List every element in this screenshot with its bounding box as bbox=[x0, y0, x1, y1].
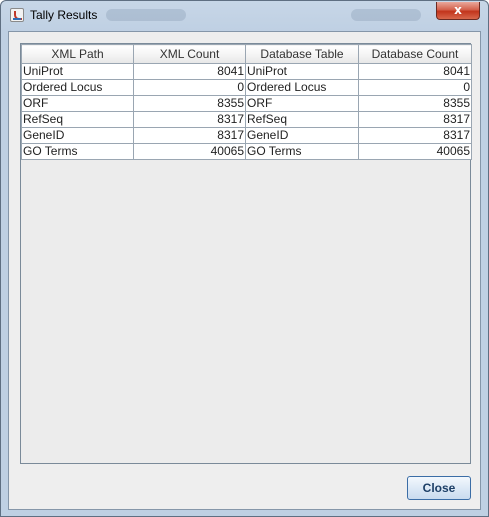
database-table-cell[interactable]: GO Terms bbox=[245, 143, 359, 160]
table-row[interactable]: UniProt 8041 UniProt 8041 bbox=[21, 63, 472, 80]
title-bar[interactable]: Tally Results x bbox=[1, 1, 488, 31]
table-row[interactable]: Ordered Locus 0 Ordered Locus 0 bbox=[21, 79, 472, 96]
xml-path-cell[interactable]: GeneID bbox=[21, 127, 134, 144]
table-row[interactable]: RefSeq 8317 RefSeq 8317 bbox=[21, 111, 472, 128]
xml-count-cell[interactable]: 8317 bbox=[133, 111, 246, 128]
results-table-scroll-pane[interactable]: XML Path XML Count Database Table Databa… bbox=[20, 43, 472, 464]
table-row[interactable]: ORF 8355 ORF 8355 bbox=[21, 95, 472, 112]
database-table-cell[interactable]: ORF bbox=[245, 95, 359, 112]
java-cup-icon bbox=[10, 8, 24, 22]
database-count-cell[interactable]: 8317 bbox=[358, 127, 472, 144]
xml-count-cell[interactable]: 8317 bbox=[133, 127, 246, 144]
table-header-row: XML Path XML Count Database Table Databa… bbox=[21, 44, 472, 64]
database-table-cell[interactable]: Ordered Locus bbox=[245, 79, 359, 96]
database-count-cell[interactable]: 40065 bbox=[358, 143, 472, 160]
column-header-database-table[interactable]: Database Table bbox=[245, 44, 359, 64]
xml-path-cell[interactable]: GO Terms bbox=[21, 143, 134, 160]
xml-path-cell[interactable]: UniProt bbox=[21, 63, 134, 80]
column-header-database-count[interactable]: Database Count bbox=[358, 44, 472, 64]
database-table-cell[interactable]: RefSeq bbox=[245, 111, 359, 128]
xml-count-cell[interactable]: 0 bbox=[133, 79, 246, 96]
xml-path-cell[interactable]: ORF bbox=[21, 95, 134, 112]
xml-path-cell[interactable]: RefSeq bbox=[21, 111, 134, 128]
database-count-cell[interactable]: 0 bbox=[358, 79, 472, 96]
results-table: XML Path XML Count Database Table Databa… bbox=[21, 44, 472, 160]
xml-count-cell[interactable]: 40065 bbox=[133, 143, 246, 160]
database-count-cell[interactable]: 8041 bbox=[358, 63, 472, 80]
database-count-cell[interactable]: 8317 bbox=[358, 111, 472, 128]
xml-path-cell[interactable]: Ordered Locus bbox=[21, 79, 134, 96]
table-row[interactable]: GO Terms 40065 GO Terms 40065 bbox=[21, 143, 472, 160]
database-table-cell[interactable]: UniProt bbox=[245, 63, 359, 80]
database-table-cell[interactable]: GeneID bbox=[245, 127, 359, 144]
tally-results-window: Tally Results x XML Path XML Count Datab… bbox=[0, 0, 489, 517]
xml-count-cell[interactable]: 8355 bbox=[133, 95, 246, 112]
close-button[interactable]: Close bbox=[407, 476, 471, 500]
blurred-background-text bbox=[106, 9, 186, 21]
window-close-icon[interactable]: x bbox=[436, 2, 480, 20]
column-header-xml-path[interactable]: XML Path bbox=[21, 44, 134, 64]
database-count-cell[interactable]: 8355 bbox=[358, 95, 472, 112]
table-row[interactable]: GeneID 8317 GeneID 8317 bbox=[21, 127, 472, 144]
window-title: Tally Results bbox=[30, 8, 98, 22]
xml-count-cell[interactable]: 8041 bbox=[133, 63, 246, 80]
column-header-xml-count[interactable]: XML Count bbox=[133, 44, 246, 64]
dialog-content: XML Path XML Count Database Table Databa… bbox=[8, 31, 481, 510]
blurred-background-text bbox=[351, 9, 421, 21]
